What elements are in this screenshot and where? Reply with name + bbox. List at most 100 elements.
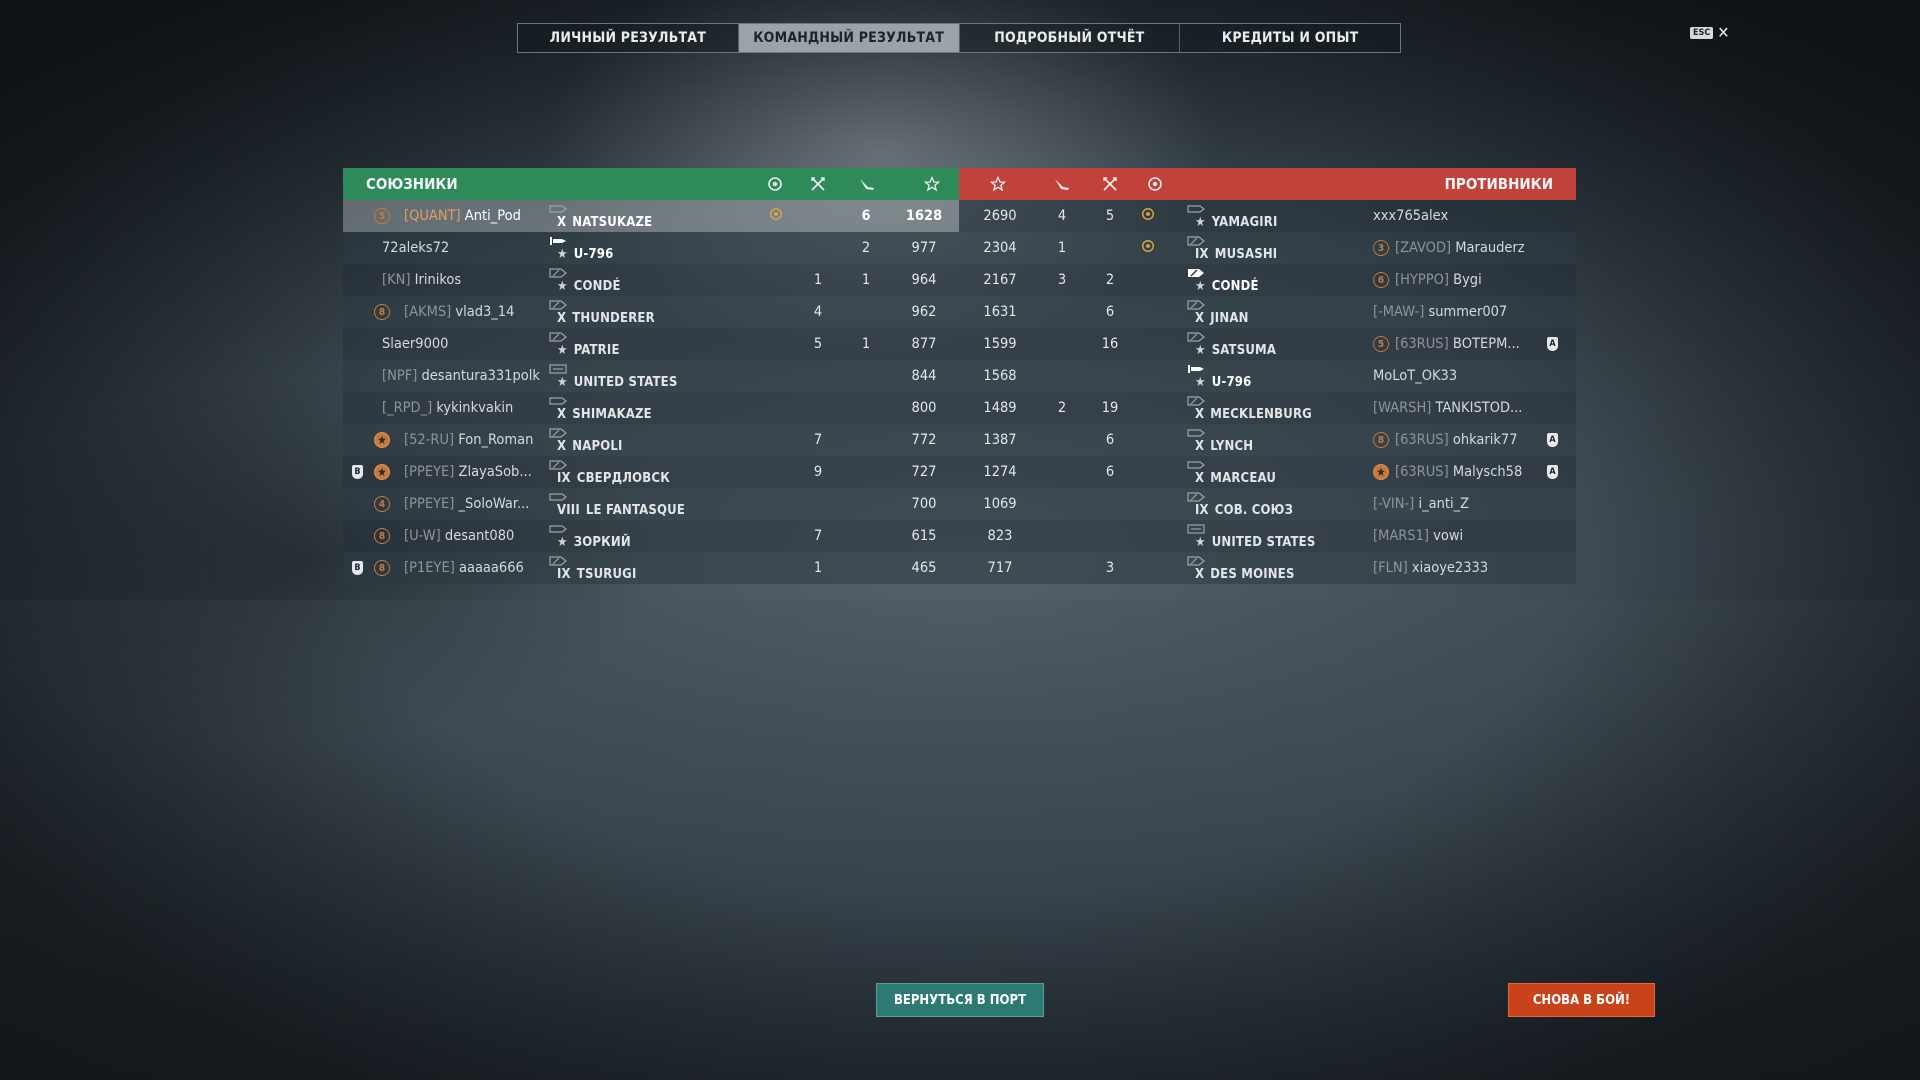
- clan-tag: [QUANT]: [404, 208, 461, 224]
- battle-again-button[interactable]: СНОВА В БОЙ!: [1508, 983, 1655, 1017]
- planes-value: [846, 552, 886, 584]
- player-name[interactable]: [52-RU] Fon_Roman: [404, 432, 533, 448]
- table-row[interactable]: 1069 IX СОВ. СОЮЗ [-VIN-] i_anti_Z: [959, 488, 1576, 520]
- xp-value: 800: [911, 400, 937, 416]
- ship-cell: ★ YAMAGIRI: [1187, 200, 1367, 232]
- player-name[interactable]: [AKMS] vlad3_14: [404, 304, 514, 320]
- rank-cell: ★: [374, 456, 390, 488]
- table-row[interactable]: 717 3 X DES MOINES [FLN] xiaoye2333: [959, 552, 1576, 584]
- table-row[interactable]: 1631 6 X JINAN [-MAW-] summer007: [959, 296, 1576, 328]
- player-nick: desant080: [444, 528, 515, 544]
- table-row[interactable]: ★ [52-RU] Fon_Roman X NAPOLI 7 772: [343, 424, 959, 456]
- planes-value: 2: [861, 240, 871, 256]
- player-name[interactable]: [63RUS] Malysch58: [1395, 464, 1522, 480]
- player-cell: [WARSH] TANKISTOD...: [1373, 392, 1523, 424]
- ship-cell: IX СОВ. СОЮЗ: [1187, 488, 1367, 520]
- table-row[interactable]: 1599 16 ★ SATSUMA 5 [63RUS] ВОТЕРМ... A: [959, 328, 1576, 360]
- player-name[interactable]: [P1EYE] aaaaa666: [404, 560, 524, 576]
- table-row[interactable]: 5 [QUANT] Anti_Pod X NATSUKAZE 6 1628: [343, 200, 959, 232]
- ship-tier: IX: [557, 566, 571, 582]
- ship-cell: X LYNCH: [1187, 424, 1367, 456]
- clan-tag: [KN]: [382, 272, 411, 288]
- player-name[interactable]: [U-W] desant080: [404, 528, 514, 544]
- rank-icon: 8: [374, 304, 390, 320]
- ship-cell: VIII LE FANTASQUE: [549, 488, 749, 520]
- table-row[interactable]: [KN] Irinikos ★ CONDÉ 1 1 964: [343, 264, 959, 296]
- tab-credits-xp[interactable]: КРЕДИТЫ И ОПЫТ: [1180, 24, 1400, 52]
- player-name[interactable]: [_RPD_] kykinkvakin: [382, 400, 513, 416]
- table-row[interactable]: 8 [U-W] desant080 ★ ЗОРКИЙ 7 615: [343, 520, 959, 552]
- ship-tier: IX: [1195, 246, 1209, 262]
- player-name[interactable]: [-VIN-] i_anti_Z: [1373, 496, 1469, 512]
- table-row[interactable]: 8 [AKMS] vlad3_14 X THUNDERER 4 962: [343, 296, 959, 328]
- table-row[interactable]: 2167 3 2 ★ CONDÉ 6 [HYPPO] Bygi: [959, 264, 1576, 296]
- table-row[interactable]: [NPF] desantura331polk ★ UNITED STATES 844: [343, 360, 959, 392]
- tab-personal-result[interactable]: ЛИЧНЫЙ РЕЗУЛЬТАТ: [518, 24, 739, 52]
- player-name[interactable]: [63RUS] ohkarik77: [1395, 432, 1518, 448]
- player-cell: [63RUS] ohkarik77: [1395, 424, 1545, 456]
- table-row[interactable]: 72aleks72 ★ U-796 2 977: [343, 232, 959, 264]
- player-name[interactable]: [FLN] xiaoye2333: [1373, 560, 1488, 576]
- premium-star-icon: ★: [557, 534, 568, 550]
- planes-value: 1: [861, 272, 871, 288]
- player-name[interactable]: [MARS1] vowi: [1373, 528, 1463, 544]
- player-nick: summer007: [1428, 304, 1508, 320]
- player-name[interactable]: [NPF] desantura331polk: [382, 368, 540, 384]
- player-name[interactable]: [ZAVOD] Marauderz: [1395, 240, 1525, 256]
- table-row[interactable]: 2304 1 IX MUSASHI 3 [ZAVOD] Marauderz: [959, 232, 1576, 264]
- player-cell: [-VIN-] i_anti_Z: [1373, 488, 1523, 520]
- player-name[interactable]: 72aleks72: [382, 240, 449, 256]
- frags-value: [1090, 520, 1130, 552]
- player-nick: Anti_Pod: [464, 208, 521, 224]
- ship-cell: ★ SATSUMA: [1187, 328, 1367, 360]
- player-name[interactable]: [KN] Irinikos: [382, 272, 461, 288]
- return-to-port-button[interactable]: ВЕРНУТЬСЯ В ПОРТ: [876, 983, 1044, 1017]
- table-row[interactable]: 2690 4 5 ★ YAMAGIRI xxx765alex: [959, 200, 1576, 232]
- player-name[interactable]: [PPEYE] ZlayaSob...: [404, 464, 532, 480]
- player-name[interactable]: [QUANT] Anti_Pod: [404, 208, 521, 224]
- clan-tag: [-VIN-]: [1373, 496, 1415, 512]
- player-name[interactable]: [PPEYE] _SoloWar...: [404, 496, 529, 512]
- division-badge-icon: B: [352, 561, 363, 575]
- clan-tag: [ZAVOD]: [1395, 240, 1452, 256]
- table-row[interactable]: 1274 6 X MARCEAU ★ [63RUS] Malysch58 A: [959, 456, 1576, 488]
- table-row[interactable]: 823 ★ UNITED STATES [MARS1] vowi: [959, 520, 1576, 552]
- ship-name: IX СОВ. СОЮЗ: [1187, 491, 1293, 518]
- ship-tier: X: [1195, 406, 1205, 422]
- player-name[interactable]: [HYPPO] Bygi: [1395, 272, 1482, 288]
- table-row[interactable]: 1387 6 X LYNCH 8 [63RUS] ohkarik77 A: [959, 424, 1576, 456]
- player-name[interactable]: xxx765alex: [1373, 208, 1448, 224]
- xp-value: 1069: [983, 496, 1017, 512]
- player-name[interactable]: Slaer9000: [382, 336, 448, 352]
- table-row[interactable]: B ★ [PPEYE] ZlayaSob... IX СВЕРДЛОВСК 9 727: [343, 456, 959, 488]
- tab-detailed-report[interactable]: ПОДРОБНЫЙ ОТЧЁТ: [960, 24, 1181, 52]
- player-nick: Bygi: [1453, 272, 1482, 288]
- close-button[interactable]: ESC ✕: [1690, 25, 1729, 41]
- tab-team-result[interactable]: КОМАНДНЫЙ РЕЗУЛЬТАТ: [738, 24, 960, 52]
- destroyer-icon: [1187, 459, 1276, 471]
- commander-skill-icon: [1141, 239, 1155, 257]
- table-row[interactable]: 4 [PPEYE] _SoloWar... VIII LE FANTASQUE 700: [343, 488, 959, 520]
- player-name[interactable]: MoLoT_OK33: [1373, 368, 1457, 384]
- xp-value: 615: [911, 528, 937, 544]
- ship-tier: X: [557, 438, 567, 454]
- planes-value: 6: [861, 208, 871, 224]
- player-name[interactable]: [WARSH] TANKISTOD...: [1373, 400, 1522, 416]
- table-row[interactable]: Slaer9000 ★ PATRIE 5 1 877: [343, 328, 959, 360]
- frags-value: 5: [813, 336, 823, 352]
- player-name[interactable]: [63RUS] ВОТЕРМ...: [1395, 336, 1520, 352]
- submarine-icon: [1187, 363, 1251, 375]
- player-name[interactable]: [-MAW-] summer007: [1373, 304, 1507, 320]
- enemies-list: 2690 4 5 ★ YAMAGIRI xxx765alex 2304 1 IX MUSASHI 3…: [959, 200, 1576, 584]
- table-row[interactable]: [_RPD_] kykinkvakin X SHIMAKAZE 800: [343, 392, 959, 424]
- ship-title: UNITED STATES: [573, 374, 678, 390]
- ship-tier: X: [1195, 310, 1205, 326]
- table-row[interactable]: 1568 ★ U-796 MoLoT_OK33: [959, 360, 1576, 392]
- player-cell: MoLoT_OK33: [1373, 360, 1523, 392]
- table-row[interactable]: B 8 [P1EYE] aaaaa666 IX TSURUGI 1 465: [343, 552, 959, 584]
- cruiser-icon: [1187, 235, 1277, 247]
- player-nick: Malysch58: [1452, 464, 1523, 480]
- table-row[interactable]: 1489 2 19 X MECKLENBURG [WARSH] TANKISTOD...: [959, 392, 1576, 424]
- frags-value: 3: [1105, 560, 1115, 576]
- clan-tag: [NPF]: [382, 368, 418, 384]
